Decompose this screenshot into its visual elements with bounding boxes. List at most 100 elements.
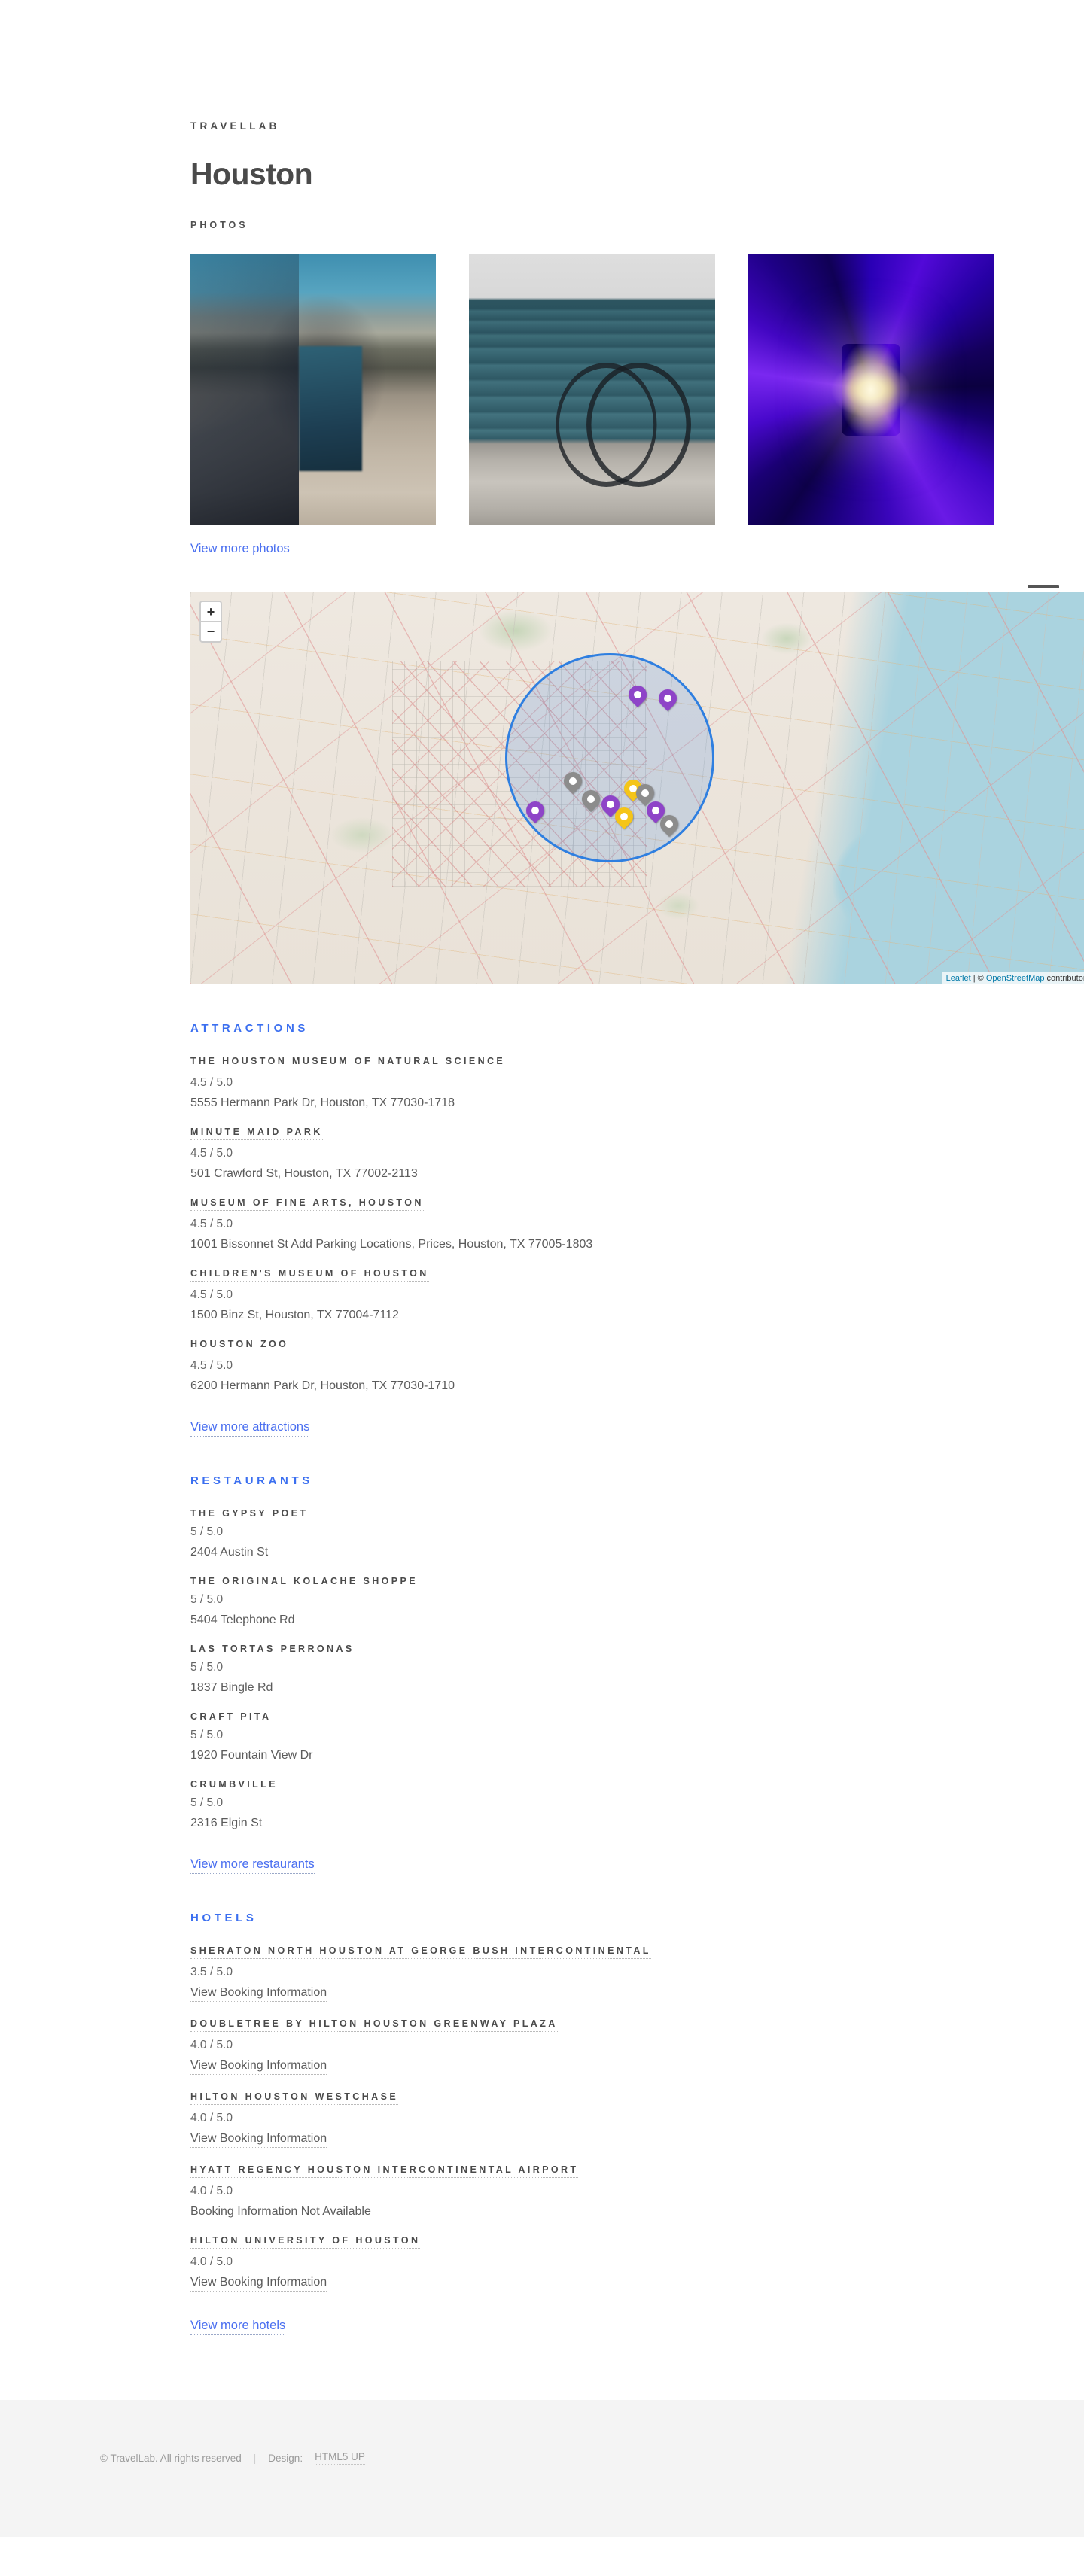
list-item: CRAFT PITA 5 / 5.0 1920 Fountain View Dr [190, 1710, 994, 1762]
entry-name[interactable]: DOUBLETREE BY HILTON HOUSTON GREENWAY PL… [190, 2018, 558, 2032]
restaurants-heading: RESTAURANTS [190, 1474, 313, 1487]
entry-address: 2404 Austin St [190, 1546, 269, 1559]
entry-name[interactable]: HILTON HOUSTON WESTCHASE [190, 2091, 399, 2105]
map-marker-purple[interactable] [522, 798, 549, 827]
entry-rating: 5 / 5.0 [190, 1661, 224, 1674]
entry-address: 1837 Bingle Rd [190, 1681, 273, 1694]
hotels-section: HOTELS SHERATON NORTH HOUSTON AT GEORGE … [190, 1911, 994, 2335]
map-marker-gray[interactable] [577, 786, 604, 816]
list-item: THE HOUSTON MUSEUM OF NATURAL SCIENCE 4.5… [190, 1054, 994, 1110]
booking-link[interactable]: View Booking Information [190, 2059, 327, 2075]
entry-name[interactable]: HILTON UNIVERSITY OF HOUSTON [190, 2235, 421, 2249]
entry-address: 5555 Hermann Park Dr, Houston, TX 77030-… [190, 1096, 455, 1109]
map-zoom-in-button[interactable]: + [201, 602, 221, 622]
booking-link[interactable]: View Booking Information [190, 1986, 327, 2002]
map-marker-purple[interactable] [654, 686, 681, 715]
map-pin-icon [522, 798, 549, 824]
entry-name[interactable]: CHILDREN'S MUSEUM OF HOUSTON [190, 1268, 429, 1282]
entry-rating: 4.5 / 5.0 [190, 1076, 233, 1089]
entry-rating: 3.5 / 5.0 [190, 1966, 233, 1978]
view-more-photos-link[interactable]: View more photos [190, 542, 290, 558]
entry-address: 1001 Bissonnet St Add Parking Locations,… [190, 1238, 593, 1251]
photo-thumbnail[interactable] [748, 254, 994, 525]
restaurants-section: RESTAURANTS THE GYPSY POET 5 / 5.0 2404 Au… [190, 1474, 994, 1874]
entry-address: 501 Crawford St, Houston, TX 77002-2113 [190, 1167, 418, 1180]
entry-rating: 5 / 5.0 [190, 1525, 224, 1538]
entry-rating: 5 / 5.0 [190, 1796, 224, 1809]
entry-rating: 4.0 / 5.0 [190, 2112, 233, 2124]
map-marker-gray[interactable] [559, 768, 586, 798]
list-item: DOUBLETREE BY HILTON HOUSTON GREENWAY PL… [190, 2017, 994, 2075]
map-attribution: Leaflet | © OpenStreetMap contributors [942, 972, 1084, 984]
entry-name: CRUMBVILLE [190, 1779, 278, 1790]
page-footer: © TravelLab. All rights reserved | Desig… [0, 2400, 1084, 2537]
list-item: THE GYPSY POET 5 / 5.0 2404 Austin St [190, 1507, 994, 1559]
attractions-section: ATTRACTIONS THE HOUSTON MUSEUM OF NATURA… [190, 1022, 994, 1437]
map-marker-gold[interactable] [611, 804, 637, 833]
site-title: TRAVELLAB [190, 120, 280, 132]
entry-name[interactable]: SHERATON NORTH HOUSTON AT GEORGE BUSH IN… [190, 1945, 651, 1959]
entry-name[interactable]: MINUTE MAID PARK [190, 1127, 323, 1140]
view-more-attractions-link[interactable]: View more attractions [190, 1420, 310, 1437]
booking-link[interactable]: View Booking Information [190, 2132, 327, 2148]
location-map[interactable]: + − Leaflet | © OpenStreetMap contributo… [190, 592, 1084, 984]
entry-address: 5404 Telephone Rd [190, 1613, 295, 1626]
content-wrapper: TRAVELLAB Houston PHOTOS View more photo… [90, 0, 1084, 2335]
hamburger-bar [1028, 585, 1059, 588]
entry-name: THE GYPSY POET [190, 1508, 309, 1519]
photo-thumbnail[interactable] [469, 254, 715, 525]
list-item: HILTON UNIVERSITY OF HOUSTON 4.0 / 5.0 Vie… [190, 2234, 994, 2292]
map-pin-icon [625, 682, 650, 708]
map-zoom-controls[interactable]: + − [199, 601, 222, 643]
entry-rating: 4.5 / 5.0 [190, 1288, 233, 1301]
attribution-separator: | © [970, 974, 986, 983]
view-more-hotels-link[interactable]: View more hotels [190, 2319, 286, 2335]
entry-address: 6200 Hermann Park Dr, Houston, TX 77030-… [190, 1379, 455, 1392]
list-item: MINUTE MAID PARK 4.5 / 5.0 501 Crawford St… [190, 1125, 994, 1181]
entry-name[interactable]: MUSEUM OF FINE ARTS, HOUSTON [190, 1197, 424, 1211]
footer-separator: | [253, 2452, 257, 2464]
map-pin-icon [656, 811, 682, 838]
map-pin-icon [577, 786, 604, 812]
photos-label: PHOTOS [190, 220, 248, 230]
entry-name: THE ORIGINAL KOLACHE SHOPPE [190, 1576, 419, 1586]
photo-thumbnail[interactable] [190, 254, 437, 525]
hotels-list: SHERATON NORTH HOUSTON AT GEORGE BUSH IN… [190, 1944, 994, 2292]
map-marker-gray[interactable] [656, 811, 682, 841]
page-title: Houston [190, 157, 313, 191]
booking-link[interactable]: View Booking Information [190, 2276, 327, 2292]
entry-name: LAS TORTAS PERRONAS [190, 1644, 355, 1654]
list-item: HOUSTON ZOO 4.5 / 5.0 6200 Hermann Park Dr… [190, 1337, 994, 1393]
attractions-list: THE HOUSTON MUSEUM OF NATURAL SCIENCE 4.5… [190, 1054, 994, 1393]
map-marker-purple[interactable] [625, 682, 650, 711]
entry-name[interactable]: HYATT REGENCY HOUSTON INTERCONTINENTAL A… [190, 2164, 579, 2178]
list-item: LAS TORTAS PERRONAS 5 / 5.0 1837 Bingle Rd [190, 1642, 994, 1695]
map-zoom-out-button[interactable]: − [201, 622, 221, 641]
entry-rating: 4.0 / 5.0 [190, 2185, 233, 2197]
entry-rating: 4.0 / 5.0 [190, 2039, 233, 2051]
restaurants-list: THE GYPSY POET 5 / 5.0 2404 Austin St THE O… [190, 1507, 994, 1830]
list-item: HYATT REGENCY HOUSTON INTERCONTINENTAL A… [190, 2163, 994, 2219]
list-item: CHILDREN'S MUSEUM OF HOUSTON 4.5 / 5.0 150… [190, 1267, 994, 1322]
entry-address: 2316 Elgin St [190, 1817, 263, 1829]
entry-name[interactable]: THE HOUSTON MUSEUM OF NATURAL SCIENCE [190, 1056, 506, 1069]
attractions-heading: ATTRACTIONS [190, 1022, 309, 1035]
footer-design-link[interactable]: HTML5 UP [315, 2451, 365, 2465]
list-item: HILTON HOUSTON WESTCHASE 4.0 / 5.0 View Bo… [190, 2090, 994, 2148]
entry-rating: 4.5 / 5.0 [190, 1359, 233, 1372]
list-item: SHERATON NORTH HOUSTON AT GEORGE BUSH IN… [190, 1944, 994, 2002]
attribution-suffix: contributors [1046, 974, 1084, 983]
entry-address: 1500 Binz St, Houston, TX 77004-7112 [190, 1309, 399, 1321]
leaflet-link[interactable]: Leaflet [946, 974, 971, 983]
hotels-heading: HOTELS [190, 1911, 257, 1924]
map-pin-icon [654, 686, 681, 712]
entry-address: 1920 Fountain View Dr [190, 1749, 313, 1762]
map-radius-circle [505, 653, 714, 862]
list-item: MUSEUM OF FINE ARTS, HOUSTON 4.5 / 5.0 100… [190, 1196, 994, 1252]
entry-rating: 5 / 5.0 [190, 1593, 224, 1606]
footer-copyright: © TravelLab. All rights reserved [100, 2452, 242, 2464]
entry-rating: 4.5 / 5.0 [190, 1218, 233, 1230]
entry-name[interactable]: HOUSTON ZOO [190, 1339, 289, 1352]
openstreetmap-link[interactable]: OpenStreetMap [986, 974, 1045, 983]
view-more-restaurants-link[interactable]: View more restaurants [190, 1857, 315, 1874]
